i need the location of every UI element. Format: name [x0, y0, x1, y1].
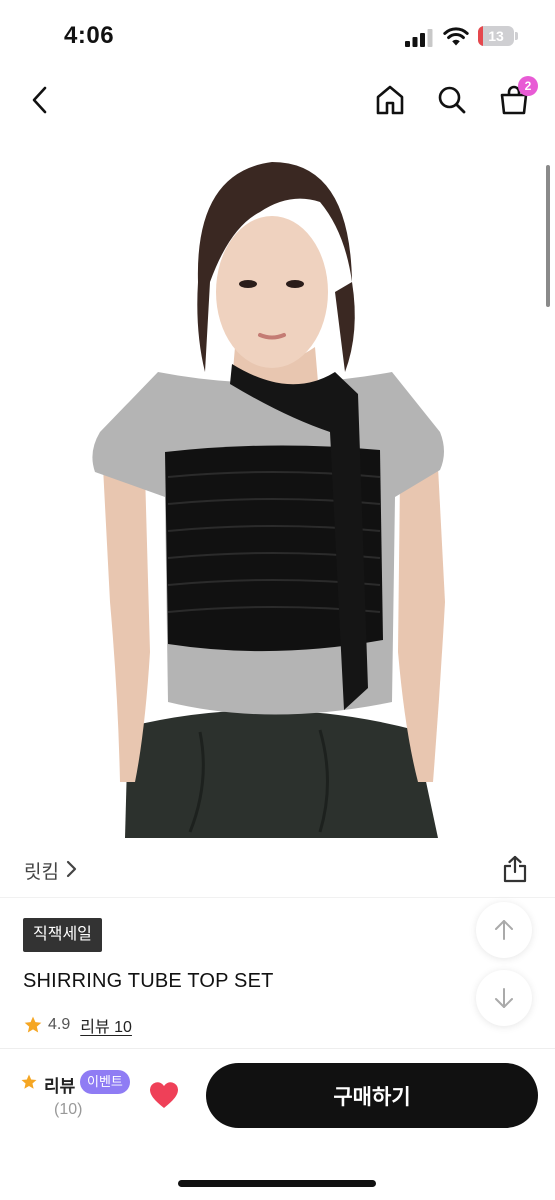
star-icon — [24, 1016, 42, 1033]
rating-row: 4.9 리뷰 10 — [23, 1014, 132, 1036]
cart-button[interactable]: 2 — [494, 76, 538, 120]
review-label: 리뷰 — [44, 1077, 76, 1096]
battery-level: 13 — [488, 28, 504, 44]
wishlist-button[interactable] — [146, 1077, 182, 1113]
status-bar: 4:06 13 — [0, 0, 555, 70]
scroll-up-button[interactable] — [476, 902, 532, 958]
review-link[interactable]: 리뷰 10 — [80, 1013, 132, 1037]
arrow-down-icon — [495, 988, 513, 1008]
chevron-right-icon — [66, 860, 77, 878]
cart-count-badge: 2 — [518, 76, 538, 96]
brand-row: 릿킴 — [0, 840, 555, 898]
home-indicator — [178, 1180, 376, 1187]
brand-link[interactable]: 릿킴 — [24, 857, 59, 884]
share-button[interactable] — [498, 852, 532, 886]
home-button[interactable] — [370, 80, 410, 120]
product-title: SHIRRING TUBE TOP SET — [23, 970, 274, 992]
wifi-icon — [443, 27, 469, 46]
buy-button[interactable]: 구매하기 — [206, 1063, 538, 1128]
review-summary[interactable]: 리뷰 이벤트 (10) — [20, 1069, 130, 1129]
review-count: (10) — [54, 1101, 83, 1118]
sale-badge: 직잭세일 — [23, 918, 102, 952]
battery-indicator: 13 — [478, 26, 518, 46]
product-photo — [92, 162, 445, 838]
home-icon — [376, 85, 404, 115]
rating-value: 4.9 — [48, 1016, 71, 1033]
scroll-down-button[interactable] — [476, 970, 532, 1026]
star-icon — [21, 1074, 37, 1089]
search-icon — [438, 86, 466, 114]
top-nav-bar: 2 — [0, 70, 555, 132]
heart-icon — [150, 1082, 178, 1108]
back-button[interactable] — [20, 80, 60, 120]
chevron-left-icon — [32, 86, 47, 114]
search-button[interactable] — [432, 80, 472, 120]
product-image[interactable] — [0, 132, 555, 838]
status-time: 4:06 — [64, 22, 115, 49]
bottom-action-bar: 리뷰 이벤트 (10) 구매하기 — [0, 1048, 555, 1200]
share-icon — [503, 855, 527, 883]
cellular-signal-icon — [405, 29, 433, 47]
event-badge: 이벤트 — [80, 1070, 130, 1094]
arrow-up-icon — [495, 920, 513, 940]
image-scroll-indicator[interactable] — [546, 165, 550, 307]
